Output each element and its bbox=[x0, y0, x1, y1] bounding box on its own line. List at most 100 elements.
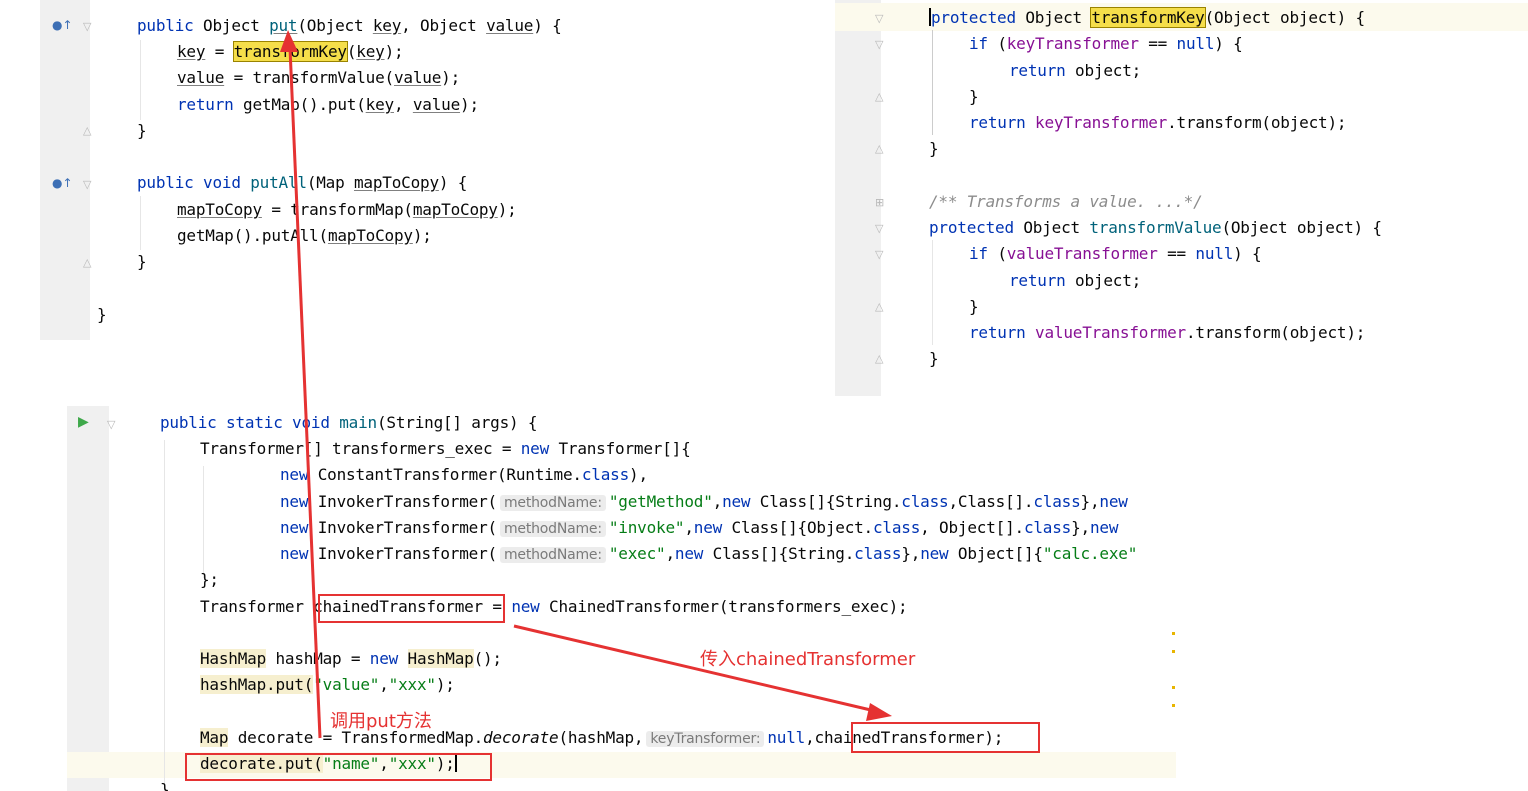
code-line[interactable]: public void putAll(Map mapToCopy) { bbox=[137, 170, 467, 196]
fold-icon[interactable]: ▽ bbox=[875, 38, 883, 51]
highlighted-transformKey-declaration[interactable]: transformKey bbox=[1090, 7, 1206, 28]
code-token: key bbox=[365, 95, 395, 114]
code-token: class bbox=[1033, 492, 1081, 511]
code-token: (Object object) { bbox=[1221, 218, 1382, 237]
fold-end-icon[interactable]: △ bbox=[83, 256, 91, 269]
code-token: "getMethod" bbox=[608, 492, 713, 511]
code-token: (String[] args) { bbox=[376, 413, 538, 432]
code-token: new bbox=[722, 492, 760, 511]
doc-comment[interactable]: /** Transforms a value. ...*/ bbox=[929, 189, 1203, 215]
code-token: (); bbox=[473, 649, 503, 668]
fold-end-icon[interactable]: △ bbox=[83, 124, 91, 137]
fold-icon[interactable]: ▽ bbox=[83, 20, 91, 33]
code-token: class bbox=[854, 544, 902, 563]
code-line[interactable]: } bbox=[929, 346, 939, 372]
highlighted-transformKey-call[interactable]: transformKey bbox=[232, 41, 348, 62]
fold-icon[interactable]: ▽ bbox=[107, 418, 115, 431]
code-line[interactable]: } bbox=[97, 302, 107, 328]
fold-plus-icon[interactable]: ⊞ bbox=[875, 196, 884, 209]
code-line[interactable]: protected Object transformValue(Object o… bbox=[929, 215, 1382, 241]
code-token: }, bbox=[1071, 518, 1090, 537]
code-line[interactable]: getMap().putAll(mapToCopy); bbox=[177, 223, 432, 249]
code-line[interactable]: public Object put(Object key, Object val… bbox=[137, 13, 562, 39]
code-line[interactable]: }; bbox=[200, 567, 219, 593]
code-token[interactable]: putAll bbox=[250, 173, 307, 192]
code-line[interactable]: return object; bbox=[1009, 268, 1141, 294]
parameter-hint: methodName: bbox=[499, 521, 606, 537]
code-token: key bbox=[372, 16, 402, 35]
code-token: object; bbox=[1075, 271, 1142, 290]
code-line[interactable]: if (keyTransformer == null) { bbox=[969, 31, 1243, 57]
code-token: HashMap bbox=[200, 649, 267, 668]
code-token: = bbox=[205, 42, 234, 61]
code-token: new bbox=[280, 544, 318, 563]
code-token: mapToCopy bbox=[412, 200, 498, 219]
code-token: new bbox=[369, 649, 408, 668]
code-token: return bbox=[969, 323, 1036, 342]
code-line[interactable]: return object; bbox=[1009, 58, 1141, 84]
code-token[interactable]: main bbox=[339, 413, 377, 432]
code-line[interactable]: HashMap hashMap = new HashMap(); bbox=[200, 646, 502, 672]
code-token: new bbox=[520, 439, 559, 458]
code-token[interactable]: put bbox=[269, 16, 298, 35]
code-token: mapToCopy bbox=[327, 226, 413, 245]
annotation-box-decorate-put-call bbox=[185, 753, 492, 781]
fold-icon[interactable]: ▽ bbox=[875, 248, 883, 261]
fold-end-icon[interactable]: △ bbox=[875, 300, 883, 313]
code-line[interactable]: Transformer[] transformers_exec = new Tr… bbox=[200, 436, 691, 462]
code-token: null bbox=[1176, 34, 1215, 53]
annotation-box-chainedTransformer-argument bbox=[851, 722, 1040, 753]
code-token: return bbox=[969, 113, 1036, 132]
code-token: InvokerTransformer( bbox=[317, 492, 497, 511]
code-line[interactable]: Transformer chainedTransformer = new Cha… bbox=[200, 594, 908, 620]
fold-end-icon[interactable]: △ bbox=[875, 90, 883, 103]
code-line[interactable]: } bbox=[137, 249, 147, 275]
code-token: , bbox=[684, 518, 694, 537]
indent-guide bbox=[140, 40, 141, 120]
code-line[interactable]: hashMap.put("value","xxx"); bbox=[200, 672, 455, 698]
code-token: object; bbox=[1075, 61, 1142, 80]
code-token: Class[]{Object. bbox=[731, 518, 874, 537]
code-line[interactable]: if (valueTransformer == null) { bbox=[969, 241, 1262, 267]
fold-icon[interactable]: ▽ bbox=[875, 222, 883, 235]
code-token: if bbox=[969, 244, 998, 263]
code-line[interactable]: } bbox=[929, 136, 939, 162]
fold-end-icon[interactable]: △ bbox=[875, 142, 883, 155]
code-line[interactable]: new InvokerTransformer(methodName: "getMe… bbox=[280, 489, 1128, 515]
override-icon[interactable]: ●↑ bbox=[52, 18, 73, 32]
code-token: class bbox=[1023, 518, 1072, 537]
fold-icon[interactable]: ▽ bbox=[83, 178, 91, 191]
fold-icon[interactable]: ▽ bbox=[875, 12, 883, 25]
indent-guide bbox=[932, 240, 933, 345]
code-line[interactable]: } bbox=[969, 84, 979, 110]
override-icon[interactable]: ●↑ bbox=[52, 176, 73, 190]
code-token: ) { bbox=[1214, 34, 1243, 53]
code-token: , Object bbox=[401, 16, 487, 35]
code-line[interactable]: mapToCopy = transformMap(mapToCopy); bbox=[177, 197, 517, 223]
fold-end-icon[interactable]: △ bbox=[875, 352, 883, 365]
parameter-hint: methodName: bbox=[499, 495, 606, 511]
code-line[interactable]: return getMap().put(key, value); bbox=[177, 92, 479, 118]
code-token: class bbox=[901, 492, 949, 511]
code-line[interactable]: new InvokerTransformer(methodName: "invok… bbox=[280, 515, 1118, 541]
parameter-hint: keyTransformer: bbox=[646, 731, 765, 747]
code-token[interactable]: transformValue bbox=[1089, 218, 1221, 237]
code-line[interactable]: new ConstantTransformer(Runtime.class), bbox=[280, 462, 648, 488]
code-token: , bbox=[712, 492, 723, 511]
code-line[interactable]: value = transformValue(value); bbox=[177, 65, 460, 91]
code-line[interactable]: public static void main(String[] args) { bbox=[160, 410, 538, 436]
code-line[interactable]: } bbox=[969, 294, 979, 320]
code-line[interactable]: protected Object transformKey(Object obj… bbox=[929, 5, 1365, 31]
code-line[interactable]: } bbox=[137, 118, 147, 144]
run-icon[interactable]: ▶ bbox=[78, 414, 89, 430]
code-line[interactable]: } bbox=[160, 777, 170, 791]
code-line[interactable]: return valueTransformer.transform(object… bbox=[969, 320, 1365, 346]
code-line[interactable]: new InvokerTransformer(methodName: "exec"… bbox=[280, 541, 1137, 567]
code-token: , bbox=[393, 95, 413, 114]
code-line[interactable]: key = transformKey(key); bbox=[177, 39, 404, 65]
code-token: ( bbox=[997, 34, 1007, 53]
code-token: .put( bbox=[266, 675, 314, 694]
code-token: ), bbox=[629, 465, 648, 484]
code-token: protected bbox=[931, 8, 1026, 27]
code-line[interactable]: return keyTransformer.transform(object); bbox=[969, 110, 1347, 136]
